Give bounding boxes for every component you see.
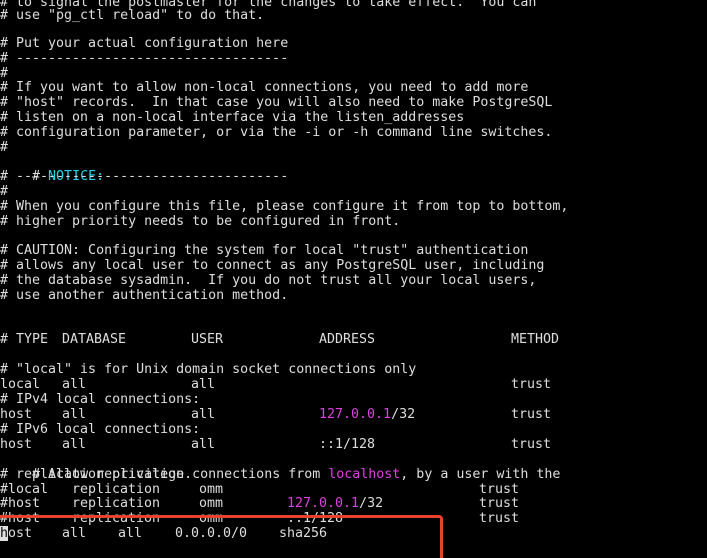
config-line: # ---------------------------------- [0, 169, 289, 184]
row-method: sha256 [279, 526, 328, 541]
row-database: replication [72, 482, 161, 497]
row-method: trust [479, 496, 520, 511]
row-user: omm [199, 511, 224, 526]
row-address: 0.0.0.0/0 [175, 526, 248, 541]
row-method: trust [511, 407, 552, 422]
hba-row: local all all trust [0, 377, 707, 392]
row-address: ::1/128 [287, 511, 344, 526]
row-user: all [118, 526, 143, 541]
config-line: # [0, 66, 9, 81]
config-line: # higher priority needs to be configured… [0, 214, 401, 229]
columns-header: # TYPE DATABASE USER ADDRESS METHOD [0, 332, 707, 347]
row-type: host [0, 437, 33, 452]
config-line: # IPv4 local connections: [0, 392, 201, 407]
config-line: # listen on a non-local interface via th… [0, 110, 465, 125]
config-line: # configuration parameter, or via the -i… [0, 125, 553, 140]
hba-row-new[interactable]: host all all 0.0.0.0/0 sha256 [0, 526, 707, 541]
row-type: local [0, 377, 41, 392]
row-method: trust [479, 482, 520, 497]
row-type: #host [0, 511, 41, 526]
row-type-rest: ost [8, 526, 33, 541]
hba-row: #local replication omm trust [0, 482, 707, 497]
row-type: #local [0, 482, 49, 497]
config-line: # "host" records. In that case you will … [0, 95, 553, 110]
ip-address: 127.0.0.1 [287, 496, 360, 511]
config-line: # Put your actual configuration here [0, 36, 289, 51]
replication-comment: # Allow replication connections from loc… [0, 452, 560, 482]
column-user: USER [191, 332, 224, 347]
config-line: # If you want to allow non-local connect… [0, 80, 529, 95]
row-user: all [191, 377, 216, 392]
config-line: # allows any local user to connect as an… [0, 258, 545, 273]
config-line: # use "pg_ctl reload" to do that. [0, 8, 265, 23]
config-line: # "local" is for Unix domain socket conn… [0, 362, 417, 377]
hba-row: #host replication omm ::1/128 trust [0, 511, 707, 526]
config-line: # CAUTION: Configuring the system for lo… [0, 243, 529, 258]
ip-mask: /32 [391, 407, 416, 422]
row-type: host [0, 526, 32, 541]
row-type: host [0, 407, 33, 422]
row-address: 127.0.0.1/32 [287, 496, 383, 511]
row-user: omm [199, 496, 224, 511]
column-method: METHOD [511, 332, 560, 347]
config-line: # use another authentication method. [0, 288, 289, 303]
config-line: # IPv6 local connections: [0, 422, 201, 437]
column-address: ADDRESS [319, 332, 376, 347]
column-type: # TYPE [0, 332, 49, 347]
ip-mask: /32 [359, 496, 384, 511]
localhost-highlight: localhost [328, 467, 401, 482]
ip-address: 127.0.0.1 [319, 407, 392, 422]
row-database: all [62, 526, 87, 541]
row-method: trust [479, 511, 520, 526]
config-line: # the database sysadmin. If you do not t… [0, 273, 537, 288]
config-line: # [0, 184, 9, 199]
hba-row: host all all 127.0.0.1/32 trust [0, 407, 707, 422]
column-database: DATABASE [62, 332, 127, 347]
row-address: ::1/128 [319, 437, 376, 452]
config-line: # When you configure this file, please c… [0, 199, 569, 214]
row-method: trust [511, 377, 552, 392]
row-user: omm [199, 482, 224, 497]
row-database: all [62, 437, 87, 452]
terminal-window[interactable]: # to signal the postmaster for the chang… [0, 0, 707, 558]
text-cursor[interactable]: h [0, 526, 9, 541]
config-line: # [0, 140, 9, 155]
config-line: # replication privilege. [0, 467, 193, 482]
row-address: 127.0.0.1/32 [319, 407, 415, 422]
config-line: # ---------------------------------- [0, 51, 289, 66]
row-database: replication [72, 496, 161, 511]
row-user: all [191, 407, 216, 422]
row-user: all [191, 437, 216, 452]
row-database: replication [72, 511, 161, 526]
notice-line: # NOTICE: [0, 154, 104, 184]
row-method: trust [511, 437, 552, 452]
row-type: #host [0, 496, 41, 511]
replication-comment-b: , by a user with the [400, 467, 561, 482]
row-database: all [62, 377, 87, 392]
row-database: all [62, 407, 87, 422]
hba-row: host all all ::1/128 trust [0, 437, 707, 452]
hba-row: #host replication omm 127.0.0.1/32 trust [0, 496, 707, 511]
